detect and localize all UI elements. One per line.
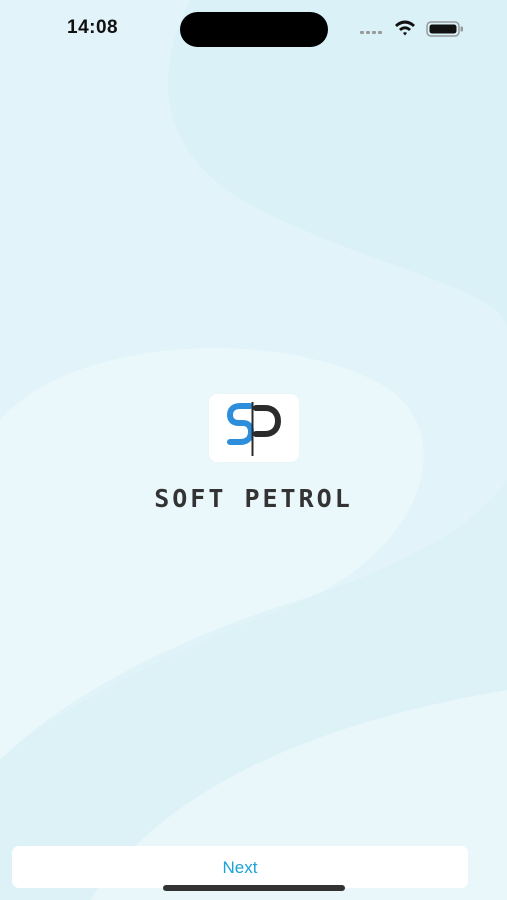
splash-screen: 14:08 SOFT PETROL Next (0, 0, 507, 900)
status-bar: 14:08 (0, 0, 507, 56)
battery-icon (426, 21, 463, 37)
sp-logo-icon (226, 402, 282, 456)
wifi-icon (395, 20, 415, 36)
next-button[interactable]: Next (12, 846, 468, 888)
home-indicator (163, 885, 345, 891)
brand-name: SOFT PETROL (154, 484, 353, 513)
cellular-signal-icon (360, 29, 386, 35)
dynamic-island (180, 12, 328, 47)
app-logo (209, 394, 299, 462)
status-time: 14:08 (67, 17, 119, 38)
